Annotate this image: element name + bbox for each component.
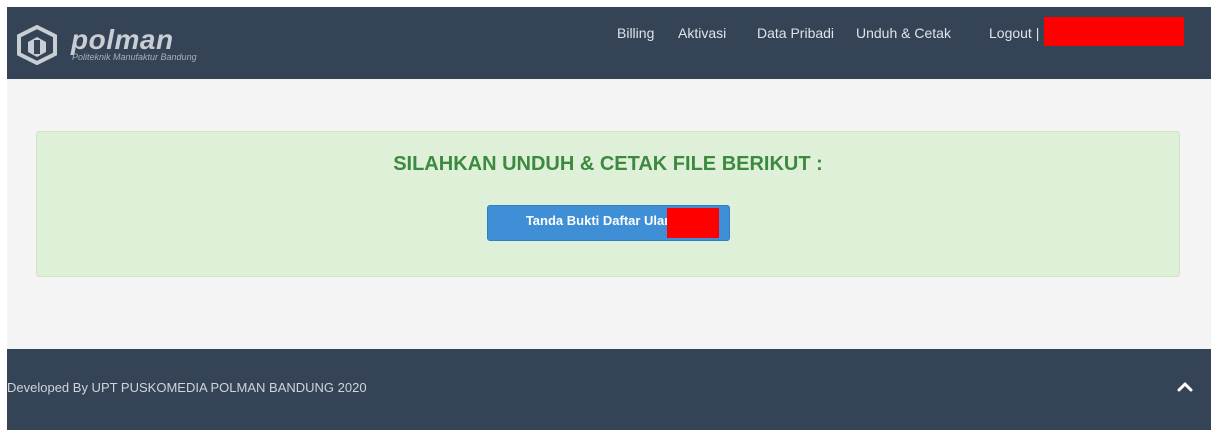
brand-tagline: Politeknik Manufaktur Bandung xyxy=(72,52,197,62)
top-navbar: polman Politeknik Manufaktur Bandung Bil… xyxy=(7,7,1211,79)
nav-aktivasi[interactable]: Aktivasi xyxy=(678,7,726,79)
brand-name: polman xyxy=(71,24,174,55)
alert-title: SILAHKAN UNDUH & CETAK FILE BERIKUT : xyxy=(393,153,823,175)
scroll-top-button[interactable] xyxy=(1175,377,1195,397)
nav-data-pribadi[interactable]: Data Pribadi xyxy=(757,7,834,79)
footer-credit: Developed By UPT PUSKOMEDIA POLMAN BANDU… xyxy=(7,380,367,395)
nav-billing[interactable]: Billing xyxy=(617,7,654,79)
page: polman Politeknik Manufaktur Bandung Bil… xyxy=(0,0,1211,430)
redacted-file-name xyxy=(667,208,719,238)
nav-logout[interactable]: Logout | xyxy=(989,7,1039,79)
download-alert: SILAHKAN UNDUH & CETAK FILE BERIKUT : Ta… xyxy=(36,131,1180,277)
chevron-up-icon xyxy=(1177,382,1193,392)
main-content: SILAHKAN UNDUH & CETAK FILE BERIKUT : Ta… xyxy=(7,79,1211,349)
nav-unduh-cetak[interactable]: Unduh & Cetak xyxy=(856,7,951,79)
hexagon-logo-icon xyxy=(17,25,57,65)
redacted-username xyxy=(1044,17,1184,46)
footer: Developed By UPT PUSKOMEDIA POLMAN BANDU… xyxy=(7,349,1211,430)
download-button[interactable]: Tanda Bukti Daftar Ulang xyxy=(487,205,730,241)
